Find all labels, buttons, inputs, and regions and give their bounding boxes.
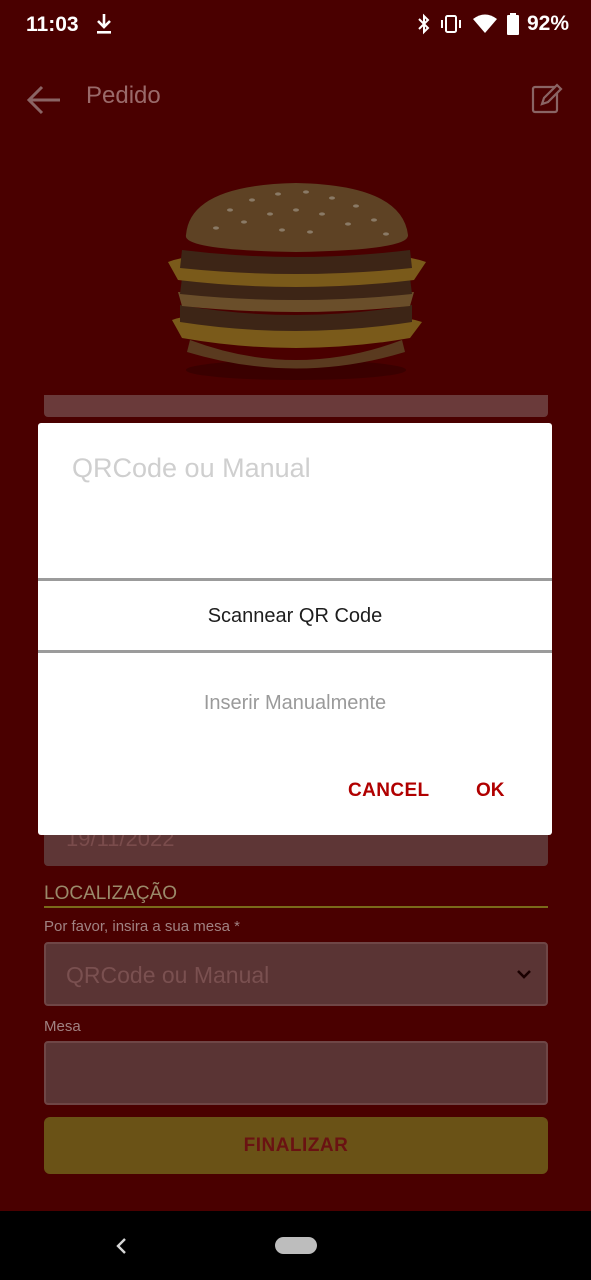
status-time: 11:03 <box>26 13 79 36</box>
status-bar: 11:03 92% <box>0 0 591 50</box>
wifi-icon <box>472 14 497 33</box>
mesa-method-select[interactable]: QRCode ou Manual <box>44 942 548 1006</box>
ok-button[interactable]: OK <box>476 780 505 802</box>
insert-manually-option[interactable]: Inserir Manualmente <box>38 692 552 715</box>
product-field <box>44 395 548 417</box>
dialog-title: QRCode ou Manual <box>72 453 311 483</box>
dialog-divider <box>38 650 552 653</box>
app-bar: Pedido <box>0 60 591 140</box>
chevron-down-icon <box>517 970 531 979</box>
mesa-input[interactable] <box>44 1041 548 1105</box>
status-icons: 92% <box>417 12 569 36</box>
dialog-divider <box>38 578 552 581</box>
mesa-label: Mesa <box>44 1018 81 1035</box>
back-arrow-icon[interactable] <box>24 82 64 118</box>
download-icon <box>97 14 111 34</box>
vibrate-icon <box>440 15 461 33</box>
burger-image <box>168 183 426 380</box>
mesa-select-label: Por favor, insira a sua mesa * <box>44 918 240 935</box>
cancel-button[interactable]: CANCEL <box>348 780 430 802</box>
battery-percent: 92% <box>526 12 569 35</box>
scan-qr-option[interactable]: Scannear QR Code <box>38 605 552 628</box>
mesa-method-value: QRCode ou Manual <box>66 962 270 988</box>
section-divider <box>44 906 548 908</box>
edit-icon[interactable] <box>530 82 564 116</box>
page-title: Pedido <box>86 82 161 109</box>
section-title-localizacao: LOCALIZAÇÃO <box>44 883 178 904</box>
nav-home-pill[interactable] <box>275 1237 317 1254</box>
bluetooth-icon <box>418 13 430 35</box>
battery-icon <box>506 13 519 35</box>
finalize-button[interactable]: FINALIZAR <box>44 1117 548 1174</box>
qrcode-manual-dialog: QRCode ou Manual Scannear QR Code Inseri… <box>38 423 552 835</box>
nav-back-icon[interactable] <box>110 1233 132 1259</box>
